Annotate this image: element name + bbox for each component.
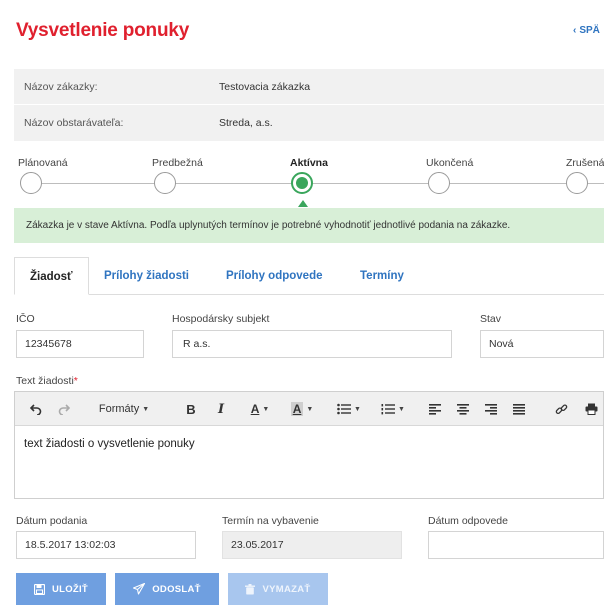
undo-icon[interactable]: [25, 398, 47, 420]
formats-dropdown[interactable]: Formáty ▼: [93, 398, 155, 420]
status-field[interactable]: Nová: [480, 330, 604, 358]
request-text-label-text: Text žiadosti: [16, 375, 74, 387]
tab-reply-attachments[interactable]: Prílohy odpovede: [226, 257, 323, 295]
subject-label: Hospodársky subjekt: [172, 313, 270, 325]
stepper-line: [30, 183, 604, 184]
page-title: Vysvetlenie ponuky: [16, 20, 190, 41]
ico-field[interactable]: 12345678: [16, 330, 144, 358]
submitted-date-label: Dátum podania: [16, 515, 88, 527]
step-label: Zrušená: [566, 157, 604, 169]
save-button-label: ULOŽIŤ: [51, 583, 89, 595]
step-label: Aktívna: [290, 157, 328, 169]
subject-field[interactable]: R a.s.: [172, 330, 452, 358]
tab-deadlines[interactable]: Termíny: [360, 257, 404, 295]
step-circle: [154, 172, 176, 194]
back-link[interactable]: ‹ SPÄ: [573, 25, 600, 36]
align-center-icon[interactable]: [453, 398, 473, 420]
info-row-authority: Názov obstarávateľa: Streda, a.s.: [14, 105, 604, 141]
reply-date-label: Dátum odpovede: [428, 515, 508, 527]
authority-name-label: Názov obstarávateľa:: [24, 117, 124, 129]
status-stepper: Plánovaná Predbežná Aktívna Ukončená Zru…: [0, 152, 604, 212]
step-label: Ukončená: [426, 157, 474, 169]
print-icon[interactable]: [581, 398, 601, 420]
step-circle: [20, 172, 42, 194]
contract-name-label: Názov zákazky:: [24, 80, 98, 93]
delete-button[interactable]: VYMAZAŤ: [228, 573, 328, 605]
bullet-list-icon[interactable]: ▼: [331, 398, 367, 420]
editor-toolbar: Formáty ▼ B I A ▼ A ▼ ▼ ▼: [15, 392, 603, 426]
deadline-field: 23.05.2017: [222, 531, 402, 559]
paper-plane-icon: [133, 583, 146, 595]
ico-label: IČO: [16, 313, 35, 325]
step-circle: [428, 172, 450, 194]
formats-label: Formáty: [98, 403, 140, 415]
reply-date-field[interactable]: [428, 531, 604, 559]
background-color-icon[interactable]: A ▼: [285, 398, 319, 420]
numbered-list-icon[interactable]: ▼: [375, 398, 411, 420]
submitted-date-field[interactable]: 18.5.2017 13:02:03: [16, 531, 196, 559]
align-justify-icon[interactable]: [509, 398, 529, 420]
link-icon[interactable]: [551, 398, 571, 420]
tab-bar: Žiadosť Prílohy žiadosti Prílohy odpoved…: [14, 257, 604, 295]
floppy-disk-icon: [33, 583, 45, 595]
contract-info-panel: Názov zákazky: Testovacia zákazka Názov …: [14, 69, 604, 141]
italic-icon[interactable]: I: [211, 398, 231, 420]
contract-name-value: Testovacia zákazka: [219, 80, 311, 93]
request-text-label: Text žiadosti*: [16, 375, 78, 387]
authority-name-value: Streda, a.s.: [219, 117, 273, 129]
align-right-icon[interactable]: [481, 398, 501, 420]
step-circle-active: [291, 172, 313, 194]
caret-down-icon: ▼: [142, 405, 150, 413]
status-label: Stav: [480, 313, 502, 325]
deadline-label: Termín na vybavenie: [222, 515, 319, 527]
required-mark: *: [73, 375, 78, 387]
trash-icon: [245, 583, 256, 594]
info-row-contract: Názov zákazky: Testovacia zákazka: [14, 69, 604, 105]
chevron-left-icon: ‹: [573, 25, 577, 36]
text-color-icon[interactable]: A ▼: [243, 398, 277, 420]
back-link-label: SPÄ: [579, 25, 600, 36]
tab-request-attachments[interactable]: Prílohy žiadosti: [104, 257, 189, 295]
step-circle: [566, 172, 588, 194]
step-label: Plánovaná: [18, 157, 68, 169]
send-button-label: ODOSLAŤ: [152, 583, 201, 595]
editor-content[interactable]: text žiadosti o vysvetlenie ponuky: [24, 438, 195, 450]
send-button[interactable]: ODOSLAŤ: [115, 573, 219, 605]
active-step-pointer: [298, 200, 308, 207]
tab-request[interactable]: Žiadosť: [14, 257, 89, 295]
step-label: Predbežná: [152, 157, 203, 169]
rich-text-editor: Formáty ▼ B I A ▼ A ▼ ▼ ▼ text žiadosti …: [14, 391, 604, 499]
status-alert: Zákazka je v stave Aktívna. Podľa uplynu…: [14, 208, 604, 243]
align-left-icon[interactable]: [425, 398, 445, 420]
bold-icon[interactable]: B: [181, 398, 201, 420]
redo-icon[interactable]: [53, 398, 75, 420]
delete-button-label: VYMAZAŤ: [262, 583, 311, 595]
save-button[interactable]: ULOŽIŤ: [16, 573, 106, 605]
